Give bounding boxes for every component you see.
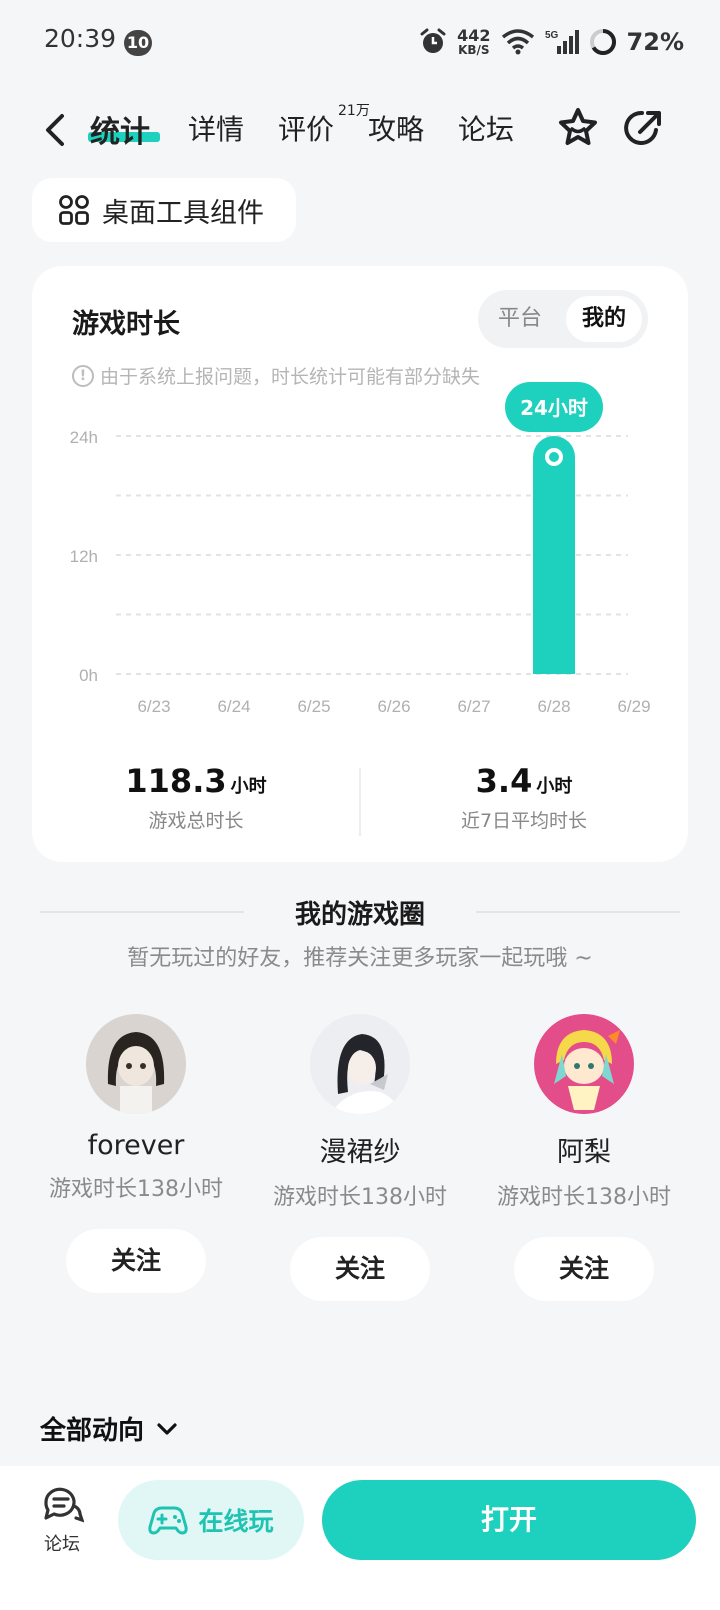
avg-playtime-value: 3.4	[475, 762, 533, 800]
share-icon[interactable]	[620, 104, 668, 152]
y-tick-label: 12h	[70, 547, 98, 566]
follow-button[interactable]: 关注	[290, 1237, 430, 1301]
bottom-action-bar: 论坛 在线玩 打开	[0, 1466, 720, 1610]
friend-card: 阿梨 游戏时长138小时 关注	[474, 1014, 694, 1301]
avatar[interactable]	[86, 1014, 186, 1114]
avg-playtime-label: 近7日平均时长	[460, 810, 588, 832]
friend-name: forever	[87, 1130, 185, 1161]
reviews-count-badge: 21万	[338, 103, 370, 119]
bar	[533, 436, 575, 674]
avatar[interactable]	[310, 1014, 410, 1114]
tab-statistics[interactable]: 统计	[90, 107, 150, 151]
status-icons: 442 KB/S 5G 72%	[419, 24, 684, 60]
friend-playtime: 游戏时长138小时	[273, 1185, 447, 1210]
x-tick-label: 6/27	[457, 697, 490, 716]
tab-details[interactable]: 详情	[188, 108, 244, 148]
open-button[interactable]: 打开	[322, 1480, 696, 1560]
playtime-card-title: 游戏时长	[72, 309, 180, 340]
tab-guides[interactable]: 攻略	[368, 108, 424, 148]
alarm-icon	[420, 28, 446, 53]
status-bar: 20:39 10 442 KB/S 5G 72%	[0, 0, 720, 86]
chevron-down-icon	[157, 1422, 177, 1435]
total-playtime-stat: 118.3 小时 游戏总时长	[32, 762, 360, 833]
toggle-platform[interactable]: 平台	[482, 296, 558, 342]
toggle-mine[interactable]: 我的	[566, 296, 642, 342]
bar-marker-dot	[549, 452, 559, 462]
wifi-icon	[501, 29, 534, 55]
battery-percent: 72%	[626, 28, 684, 56]
friend-card: 漫裙纱 游戏时长138小时 关注	[250, 1014, 470, 1301]
online-play-label: 在线玩	[198, 1507, 274, 1536]
platform-mine-toggle: 平台 我的	[478, 290, 648, 348]
playtime-stats: 118.3 小时 游戏总时长 3.4 小时 近7日平均时长	[32, 762, 688, 852]
x-tick-label: 6/29	[617, 697, 650, 716]
tab-reviews[interactable]: 评价	[278, 108, 334, 148]
desktop-widget-label: 桌面工具组件	[102, 197, 264, 229]
game-circle-title: 我的游戏圈	[294, 900, 425, 930]
forum-label: 论坛	[44, 1534, 80, 1555]
friend-playtime: 游戏时长138小时	[497, 1185, 671, 1210]
x-tick-label: 6/25	[297, 697, 330, 716]
total-playtime-value: 118.3	[125, 762, 227, 800]
playtime-bar-chart: 0h 12h 24h 6/23 6/24 6/25 6/26 6/27 24小时 6/28 6/29	[70, 382, 651, 716]
x-tick-label: 6/28	[537, 697, 570, 716]
forum-tab[interactable]: 论坛	[32, 1484, 92, 1556]
all-moves-dropdown[interactable]: 全部动向	[40, 1410, 180, 1447]
network-speed: 442 KB/S	[457, 26, 491, 57]
x-tick-label: 6/23	[137, 697, 170, 716]
game-circle-subtitle: 暂无玩过的好友，推荐关注更多玩家一起玩哦 ~	[127, 946, 593, 971]
friend-playtime: 游戏时长138小时	[49, 1177, 223, 1202]
total-playtime-unit: 小时	[230, 776, 267, 797]
follow-button[interactable]: 关注	[514, 1237, 654, 1301]
favorite-star-icon[interactable]	[554, 104, 602, 152]
svg-text:5G: 5G	[545, 30, 559, 41]
tab-forum[interactable]: 论坛	[458, 108, 514, 148]
avg-playtime-unit: 小时	[536, 776, 573, 797]
online-play-button[interactable]: 在线玩	[118, 1480, 304, 1560]
game-circle-header: 我的游戏圈	[40, 892, 680, 932]
follow-button[interactable]: 关注	[66, 1229, 206, 1293]
friend-card: forever 游戏时长138小时 关注	[26, 1014, 246, 1293]
cellular-signal-icon: 5G	[545, 30, 579, 54]
widget-grid-icon	[59, 195, 89, 225]
avg-playtime-stat: 3.4 小时 近7日平均时长	[360, 762, 688, 833]
x-tick-label: 6/24	[217, 697, 250, 716]
forum-chat-icon	[44, 1487, 85, 1523]
battery-ring-icon	[589, 28, 616, 55]
all-moves-label: 全部动向	[40, 1416, 145, 1446]
notification-count-badge: 10	[124, 30, 152, 56]
gamepad-icon	[148, 1506, 189, 1535]
total-playtime-label: 游戏总时长	[148, 810, 244, 832]
y-tick-label: 24h	[70, 428, 98, 447]
playtime-card: 游戏时长 平台 我的 ! 由于系统上报问题，时长统计可能有部分缺失 0h 12h 2…	[32, 266, 688, 862]
y-tick-label: 0h	[79, 666, 98, 685]
tooltip-label: 24小时	[520, 396, 588, 420]
back-icon[interactable]	[38, 108, 74, 152]
status-time: 20:39	[44, 24, 117, 53]
friend-name: 漫裙纱	[319, 1137, 401, 1168]
x-tick-label: 6/26	[377, 697, 410, 716]
avatar[interactable]	[534, 1014, 634, 1114]
desktop-widget-button[interactable]: 桌面工具组件	[32, 178, 296, 242]
friend-name: 阿梨	[557, 1137, 611, 1168]
